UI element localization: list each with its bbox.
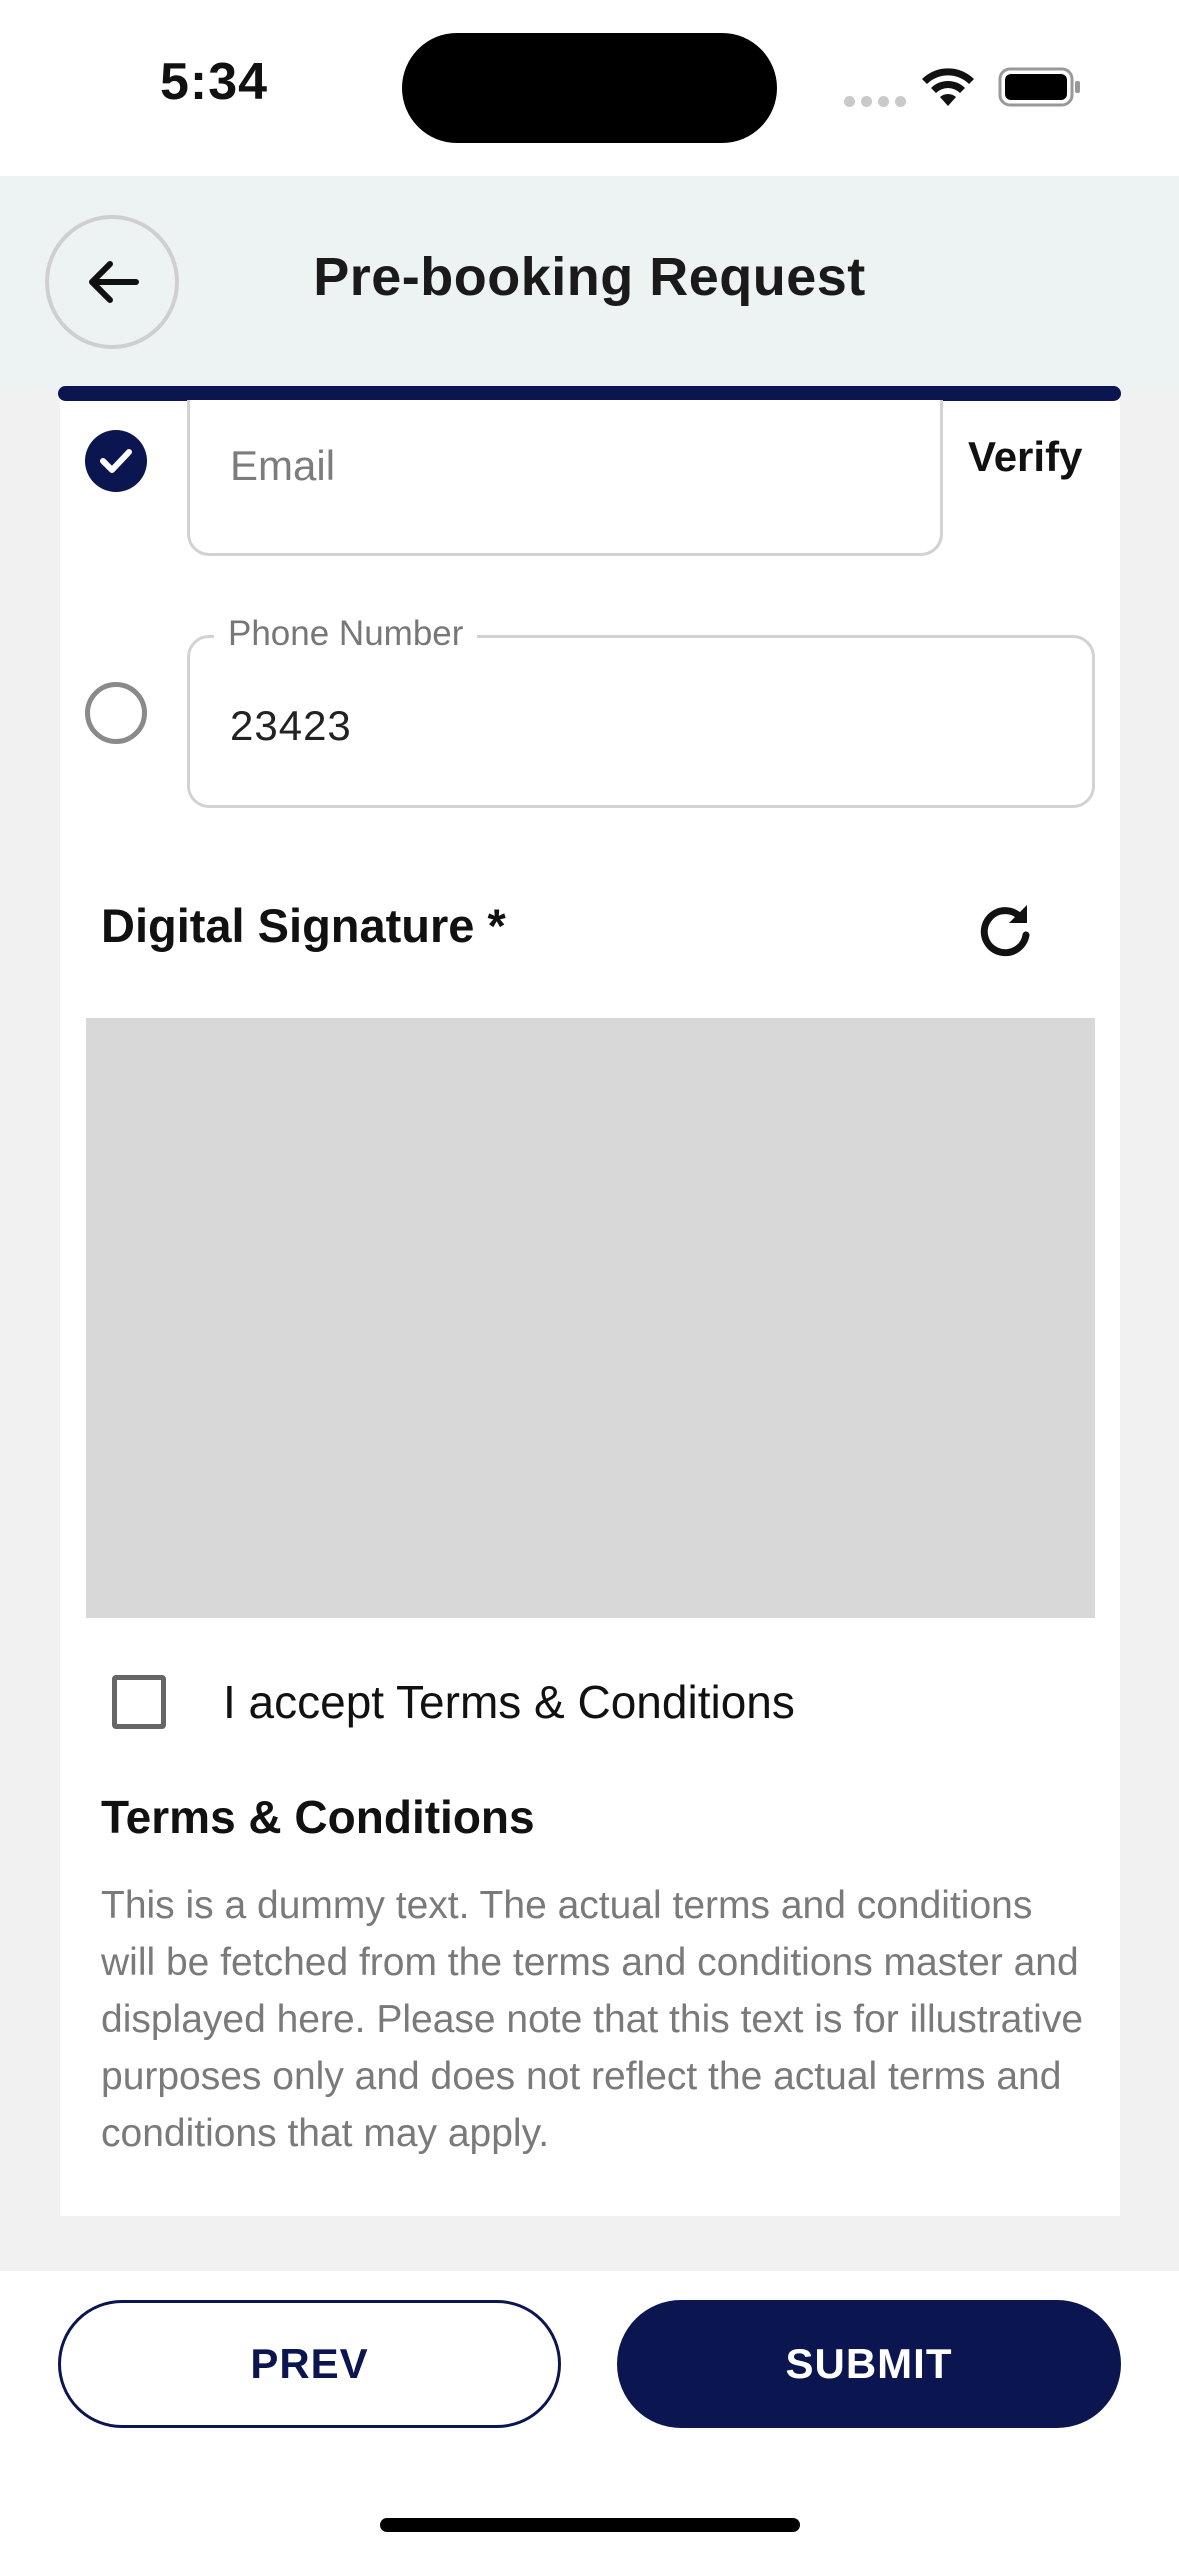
terms-accept-label[interactable]: I accept Terms & Conditions bbox=[223, 1675, 795, 1729]
cellular-signal-icon bbox=[844, 96, 906, 107]
status-bar: 5:34 bbox=[0, 0, 1179, 176]
email-input[interactable] bbox=[230, 442, 890, 490]
check-icon bbox=[100, 449, 132, 473]
card-accent-bar bbox=[58, 386, 1121, 401]
battery-icon bbox=[998, 67, 1080, 107]
phone-field: Phone Number bbox=[187, 614, 1095, 808]
refresh-signature-button[interactable] bbox=[970, 894, 1040, 964]
email-radio[interactable] bbox=[85, 430, 147, 492]
status-time: 5:34 bbox=[160, 53, 269, 111]
phone-input[interactable] bbox=[230, 702, 1030, 750]
signature-title: Digital Signature * bbox=[101, 899, 506, 952]
dynamic-island bbox=[402, 33, 777, 143]
refresh-icon bbox=[980, 905, 1030, 957]
verify-button[interactable]: Verify bbox=[968, 433, 1082, 481]
email-field bbox=[187, 400, 943, 556]
app-header: Pre-booking Request bbox=[0, 176, 1179, 391]
prev-button[interactable]: PREV bbox=[58, 2300, 561, 2428]
page-title: Pre-booking Request bbox=[313, 247, 866, 307]
terms-title: Terms & Conditions bbox=[101, 1791, 535, 1843]
wifi-icon bbox=[922, 68, 974, 106]
home-indicator bbox=[380, 2518, 800, 2532]
phone-radio[interactable] bbox=[85, 682, 147, 744]
submit-button[interactable]: SUBMIT bbox=[617, 2300, 1121, 2428]
signature-pad[interactable] bbox=[86, 1018, 1095, 1618]
phone-field-label: Phone Number bbox=[214, 614, 478, 654]
terms-checkbox[interactable] bbox=[112, 1675, 166, 1729]
terms-body: This is a dummy text. The actual terms a… bbox=[101, 1884, 1084, 2155]
